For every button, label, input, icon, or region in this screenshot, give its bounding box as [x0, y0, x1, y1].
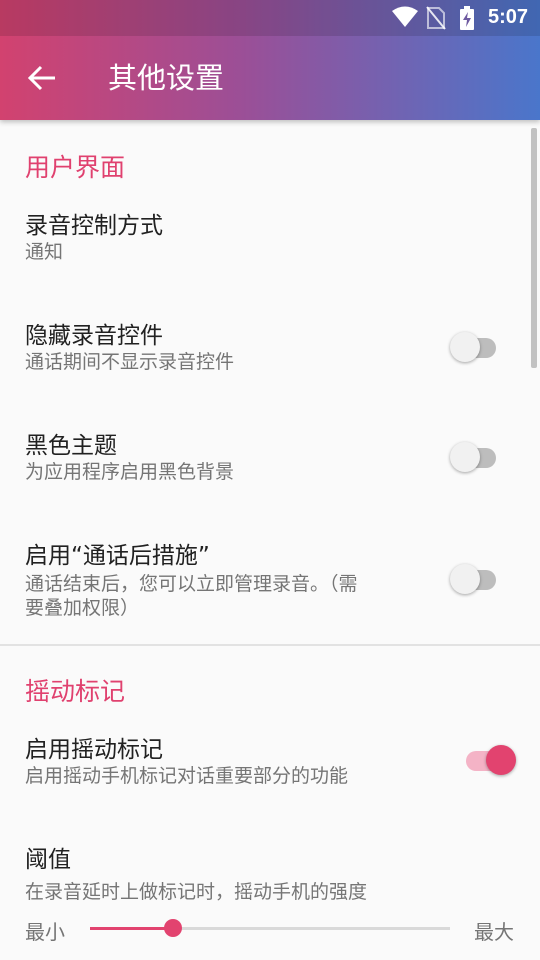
- slider-fill: [90, 927, 173, 930]
- setting-subtitle-line2: 要叠加权限）: [25, 597, 140, 619]
- slider-min-label: 最小: [25, 920, 65, 944]
- battery-charging-icon: [460, 6, 474, 30]
- wifi-icon: [392, 6, 418, 27]
- slider-max-label: 最大: [474, 920, 514, 944]
- section-title-shake-mark: 摇动标记: [25, 677, 126, 706]
- status-time: 5:07: [487, 6, 528, 28]
- setting-subtitle-line1: 通话结束后，您可以立即管理录音。（需: [25, 573, 358, 595]
- setting-subtitle: 启用摇动手机标记对话重要部分的功能: [25, 765, 349, 787]
- threshold-slider[interactable]: [90, 919, 450, 937]
- slider-thumb[interactable]: [163, 919, 182, 937]
- hide-controls-toggle[interactable]: [450, 328, 500, 362]
- status-bar: 5:07: [0, 0, 540, 36]
- after-call-toggle[interactable]: [450, 560, 500, 594]
- setting-title: 启用“通话后措施”: [25, 543, 210, 569]
- setting-title: 阈值: [25, 847, 71, 873]
- section-title-user-interface: 用户界面: [25, 153, 126, 182]
- setting-title: 录音控制方式: [25, 213, 163, 239]
- section-divider: [0, 644, 540, 646]
- app-header: 5:07 其他设置: [0, 0, 540, 120]
- no-sim-icon: [426, 6, 446, 30]
- shake-mark-toggle[interactable]: [460, 741, 516, 775]
- page-title: 其他设置: [108, 61, 225, 95]
- setting-subtitle: 通知: [25, 241, 64, 263]
- arrow-left-icon[interactable]: [22, 58, 62, 98]
- setting-subtitle: 在录音延时上做标记时，摇动手机的强度: [25, 881, 368, 903]
- setting-title: 启用摇动标记: [25, 737, 163, 763]
- setting-title: 隐藏录音控件: [25, 323, 163, 349]
- settings-list: 用户界面 录音控制方式 通知 隐藏录音控件 通话期间不显示录音控件 黑色主题 为…: [0, 120, 540, 960]
- black-theme-toggle[interactable]: [450, 438, 500, 472]
- setting-title: 黑色主题: [25, 433, 117, 459]
- scrollbar[interactable]: [531, 128, 537, 368]
- setting-subtitle: 通话期间不显示录音控件: [25, 351, 235, 373]
- setting-subtitle: 为应用程序启用黑色背景: [25, 461, 235, 483]
